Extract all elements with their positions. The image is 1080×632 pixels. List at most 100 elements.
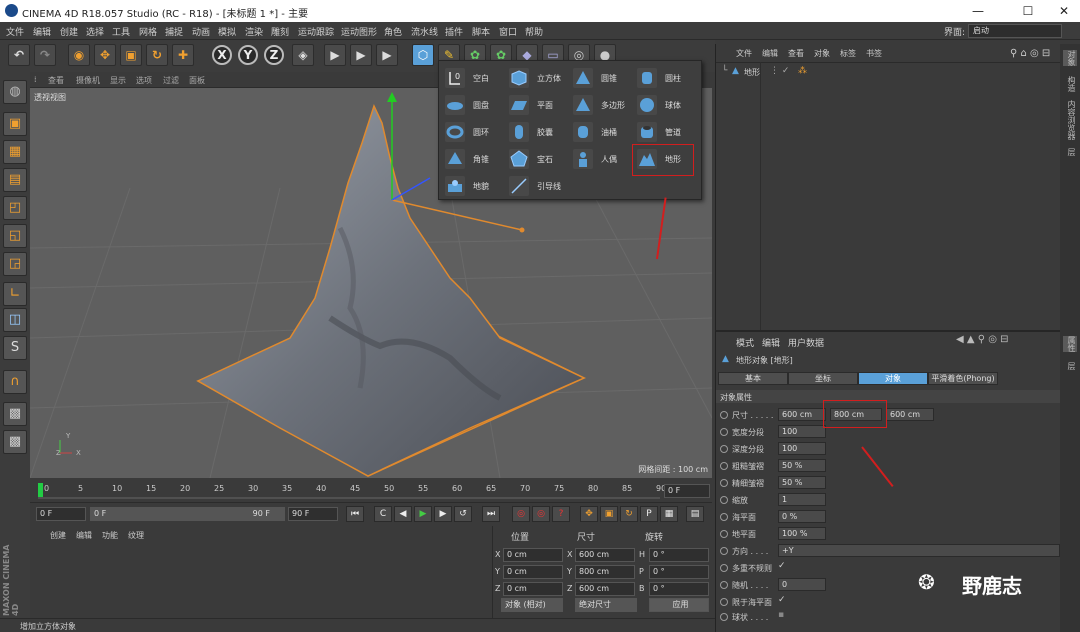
menu-item[interactable]: 模拟 bbox=[218, 25, 236, 38]
add-tool-icon[interactable]: ✚ bbox=[172, 44, 194, 66]
timeline-window-icon[interactable]: ▤ bbox=[686, 506, 704, 522]
magnet-icon[interactable]: ∩ bbox=[3, 370, 27, 394]
am-menu-item[interactable]: 编辑 bbox=[762, 336, 780, 349]
popup-item-cone[interactable]: 圆锥 bbox=[571, 65, 635, 91]
minimize-icon[interactable]: — bbox=[968, 2, 988, 20]
keyframe-selection-icon[interactable]: ? bbox=[552, 506, 570, 522]
viewport-menu-item[interactable]: 过滤 bbox=[163, 75, 179, 86]
om-search-icon[interactable]: ⚲ ⌂ ◎ ⊟ bbox=[1010, 48, 1050, 59]
popup-item-torus[interactable]: 圆环 bbox=[443, 119, 507, 145]
cube-menu-icon[interactable]: ⬡ bbox=[412, 44, 434, 66]
om-menu-item[interactable]: 书签 bbox=[866, 48, 882, 59]
timeline-ruler[interactable]: 0 5 10 15 20 25 30 35 40 45 50 55 60 65 70 75 80 85 90 0 F bbox=[30, 480, 712, 502]
next-key-icon[interactable]: ↺ bbox=[454, 506, 472, 522]
menu-item[interactable]: 编辑 bbox=[33, 25, 51, 38]
position-field[interactable]: 0 cm bbox=[503, 565, 563, 579]
start-frame-field[interactable]: 0 F bbox=[36, 507, 86, 521]
position-field[interactable]: 0 cm bbox=[503, 582, 563, 596]
workplane-icon[interactable]: ▤ bbox=[3, 168, 27, 192]
am-menu-item[interactable]: 用户数据 bbox=[788, 336, 824, 349]
menu-item[interactable]: 捕捉 bbox=[165, 25, 183, 38]
move-tool-icon[interactable]: ✥ bbox=[94, 44, 116, 66]
solo-icon[interactable]: ▩ bbox=[3, 430, 27, 454]
popup-item-polygon[interactable]: 多边形 bbox=[571, 92, 635, 118]
apply-button[interactable]: 应用 bbox=[649, 598, 709, 612]
om-menu-item[interactable]: 标签 bbox=[840, 48, 856, 59]
menu-item[interactable]: 网格 bbox=[139, 25, 157, 38]
prop-value-field[interactable]: 0 % bbox=[778, 510, 826, 523]
maximize-icon[interactable]: ☐ bbox=[1018, 2, 1038, 20]
prev-key-icon[interactable]: C bbox=[374, 506, 392, 522]
right-tab[interactable]: 构造 bbox=[1063, 76, 1077, 92]
size-z-field[interactable]: 600 cm bbox=[886, 408, 934, 421]
material-menu-item[interactable]: 纹理 bbox=[128, 530, 144, 541]
popup-item-cube[interactable]: 立方体 bbox=[507, 65, 571, 91]
size-field[interactable]: 800 cm bbox=[575, 565, 635, 579]
viewport-menu-item[interactable]: 摄像机 bbox=[76, 75, 100, 86]
texture-mode-icon[interactable]: ▦ bbox=[3, 140, 27, 164]
prop-value-field[interactable]: 100 bbox=[778, 442, 826, 455]
rotation-field[interactable]: 0 ° bbox=[649, 548, 709, 562]
viewport-menu-item[interactable]: 显示 bbox=[110, 75, 126, 86]
menu-item[interactable]: 脚本 bbox=[472, 25, 490, 38]
rotate-tool-icon[interactable]: ↻ bbox=[146, 44, 168, 66]
next-frame-icon[interactable]: ▶ bbox=[434, 506, 452, 522]
menu-item[interactable]: 雕刻 bbox=[271, 25, 289, 38]
snap-icon[interactable]: S bbox=[3, 336, 27, 360]
object-row-landscape[interactable]: └ ▲ 地形 ⋮ ✓ ⁂ bbox=[722, 66, 872, 78]
end-frame-field[interactable]: 90 F bbox=[288, 507, 338, 521]
popup-item-pyramid[interactable]: 角锥 bbox=[443, 146, 507, 172]
x-axis-lock-button[interactable]: X bbox=[212, 45, 232, 65]
right-tab[interactable]: 内容浏览器 bbox=[1063, 100, 1077, 140]
lock-icon[interactable]: ▩ bbox=[3, 402, 27, 426]
popup-item-sphere[interactable]: 球体 bbox=[635, 92, 699, 118]
popup-item-capsule[interactable]: 胶囊 bbox=[507, 119, 571, 145]
right-tab[interactable]: 属性 bbox=[1063, 336, 1077, 352]
position-field[interactable]: 0 cm bbox=[503, 548, 563, 562]
play-icon[interactable]: ▶ bbox=[414, 506, 432, 522]
right-tab[interactable]: 层 bbox=[1063, 362, 1077, 370]
menu-item[interactable]: 角色 bbox=[384, 25, 402, 38]
visibility-icon[interactable]: ⋮ ✓ bbox=[770, 66, 789, 76]
record-icon[interactable]: ◎ bbox=[512, 506, 530, 522]
om-menu-item[interactable]: 编辑 bbox=[762, 48, 778, 59]
menu-item[interactable]: 创建 bbox=[60, 25, 78, 38]
popup-item-plane[interactable]: 平面 bbox=[507, 92, 571, 118]
random-field[interactable]: 0 bbox=[778, 578, 826, 591]
right-tab[interactable]: 层 bbox=[1063, 148, 1077, 156]
popup-item-guide[interactable]: 引导线 bbox=[507, 173, 571, 199]
model-mode-icon[interactable]: ▣ bbox=[3, 112, 27, 136]
rotation-field[interactable]: 0 ° bbox=[649, 565, 709, 579]
tab-basic[interactable]: 基本 bbox=[718, 372, 788, 385]
popup-item-cylinder[interactable]: 圆柱 bbox=[635, 65, 699, 91]
checkbox[interactable]: ✓ bbox=[778, 561, 786, 571]
menu-item[interactable]: 插件 bbox=[445, 25, 463, 38]
key-scale-icon[interactable]: ▣ bbox=[600, 506, 618, 522]
popup-item-platonic[interactable]: 宝石 bbox=[507, 146, 571, 172]
key-position-icon[interactable]: ✥ bbox=[580, 506, 598, 522]
tab-coord[interactable]: 坐标 bbox=[788, 372, 858, 385]
popup-item-null[interactable]: 0 空白 bbox=[443, 65, 507, 91]
prop-value-field[interactable]: 50 % bbox=[778, 476, 826, 489]
menu-item[interactable]: 文件 bbox=[6, 25, 24, 38]
key-point-icon[interactable]: ▦ bbox=[660, 506, 678, 522]
prop-value-field[interactable]: 50 % bbox=[778, 459, 826, 472]
material-menu-item[interactable]: 功能 bbox=[102, 530, 118, 541]
popup-item-tube[interactable]: 管道 bbox=[635, 119, 699, 145]
menu-item[interactable]: 渲染 bbox=[245, 25, 263, 38]
viewport-menu-item[interactable]: 选项 bbox=[136, 75, 152, 86]
viewport-menu-item[interactable]: 面板 bbox=[189, 75, 205, 86]
right-tab[interactable]: 对象 bbox=[1063, 50, 1077, 66]
convert-icon[interactable]: ◍ bbox=[3, 80, 27, 104]
prop-value-field[interactable]: 1 bbox=[778, 493, 826, 506]
tweak-icon[interactable]: ◫ bbox=[3, 308, 27, 332]
undo-icon[interactable]: ↶ bbox=[8, 44, 30, 66]
viewport-move-icon[interactable]: ⁞ bbox=[34, 75, 37, 84]
popup-item-figure[interactable]: 人偶 bbox=[571, 146, 635, 172]
size-mode-select[interactable]: 绝对尺寸 bbox=[575, 598, 637, 612]
am-nav-icons[interactable]: ◀ ▲ ⚲ ◎ ⊟ bbox=[956, 334, 1009, 345]
viewport-menu-item[interactable]: 查看 bbox=[48, 75, 64, 86]
menu-item[interactable]: 动画 bbox=[192, 25, 210, 38]
size-field[interactable]: 600 cm bbox=[575, 582, 635, 596]
menu-item[interactable]: 运动跟踪 bbox=[298, 25, 334, 38]
